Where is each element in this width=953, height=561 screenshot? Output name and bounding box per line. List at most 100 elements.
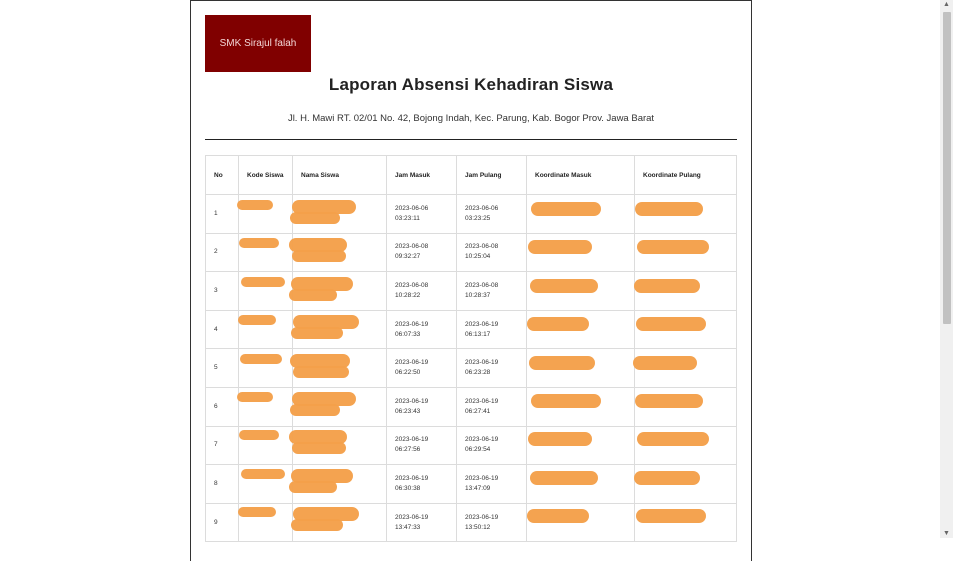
cell-no-text: 6 (214, 402, 218, 410)
redaction-mark (289, 480, 337, 493)
redaction-mark (238, 315, 276, 326)
cell-jam-masuk: 2023-06-19 13:47:33 (386, 502, 457, 543)
school-address: Jl. H. Mawi RT. 02/01 No. 42, Bojong Ind… (287, 113, 655, 124)
redaction-mark (239, 430, 279, 441)
redaction-mark (241, 276, 285, 287)
report-page: SMK Sirajul falah Laporan Absensi Kehadi… (190, 0, 752, 561)
vertical-scrollbar[interactable]: ▲ ▼ (940, 0, 953, 538)
cell-no: 7 (205, 425, 239, 466)
cell-jam-pulang-text: 06:27:41 (465, 407, 491, 415)
redaction-mark (238, 507, 276, 518)
cell-jam-pulang-text: 2023-06-08 (465, 243, 499, 251)
cell-jam-pulang-text: 2023-06-08 (465, 281, 499, 289)
cell-jam-masuk-text: 06:30:38 (395, 484, 421, 492)
cell-no-text: 5 (214, 364, 218, 372)
scroll-up-icon[interactable]: ▲ (940, 1, 953, 8)
cell-no-text: 8 (214, 479, 218, 487)
cell-jam-masuk: 2023-06-19 06:27:56 (386, 425, 457, 466)
redaction-mark (528, 432, 592, 447)
cell-jam-pulang: 2023-06-19 06:27:41 (456, 386, 527, 427)
cell-jam-masuk-text: 2023-06-08 (395, 243, 429, 251)
cell-jam-pulang-text: 06:29:54 (465, 446, 491, 454)
cell-jam-masuk-text: 2023-06-19 (395, 359, 429, 367)
cell-jam-pulang-text: 10:25:04 (465, 253, 491, 261)
cell-jam-masuk-text: 2023-06-19 (395, 397, 429, 405)
redaction-mark (240, 353, 282, 364)
cell-no: 8 (205, 464, 239, 504)
redaction-mark (635, 202, 703, 216)
cell-jam-masuk-text: 06:23:43 (395, 407, 421, 415)
table-header-row: No Kode Siswa Nama Siswa Jam Masuk Jam P… (205, 155, 737, 195)
redaction-mark (637, 432, 709, 447)
scroll-down-icon[interactable]: ▼ (940, 530, 953, 537)
col-koord-pulang-header: Koordinate Pulang (634, 155, 737, 195)
redaction-mark (292, 250, 346, 263)
cell-jam-pulang-text: 2023-06-19 (465, 513, 499, 521)
cell-jam-masuk-text: 10:28:22 (395, 291, 421, 299)
redaction-mark (239, 238, 279, 249)
col-koord-masuk-header: Koordinate Masuk (526, 155, 635, 195)
cell-jam-pulang-text: 03:23:25 (465, 214, 491, 222)
redaction-mark (291, 327, 343, 340)
cell-jam-masuk-text: 2023-06-19 (395, 513, 429, 521)
cell-jam-pulang-text: 13:50:12 (465, 523, 491, 531)
cell-jam-masuk: 2023-06-08 09:32:27 (386, 232, 457, 273)
redaction-mark (291, 519, 343, 532)
cell-no-text: 1 (214, 209, 218, 217)
cell-jam-masuk-text: 06:22:50 (395, 369, 421, 377)
cell-jam-pulang-text: 2023-06-19 (465, 320, 499, 328)
cell-jam-pulang: 2023-06-19 13:50:12 (456, 502, 527, 543)
cell-jam-masuk: 2023-06-19 06:23:43 (386, 386, 457, 427)
cell-jam-masuk-text: 2023-06-19 (395, 436, 429, 444)
redaction-mark (289, 288, 337, 301)
col-jam-masuk-header: Jam Masuk (386, 155, 457, 195)
cell-jam-pulang-text: 2023-06-06 (465, 204, 499, 212)
cell-jam-masuk-text: 09:32:27 (395, 253, 421, 261)
cell-jam-pulang-text: 2023-06-19 (465, 359, 499, 367)
cell-jam-masuk-text: 06:27:56 (395, 446, 421, 454)
cell-jam-pulang-text: 06:13:17 (465, 330, 491, 338)
col-no-header: No (205, 155, 239, 195)
cell-jam-masuk-text: 2023-06-19 (395, 474, 429, 482)
redaction-mark (528, 240, 592, 255)
redaction-mark (529, 355, 595, 370)
school-logo: SMK Sirajul falah (205, 15, 311, 72)
logo-text: SMK Sirajul falah (219, 38, 297, 49)
cell-jam-masuk: 2023-06-08 10:28:22 (386, 271, 457, 311)
redaction-mark (237, 392, 273, 402)
cell-jam-pulang-text: 2023-06-19 (465, 436, 499, 444)
cell-no: 4 (205, 309, 239, 350)
redaction-mark (241, 468, 285, 479)
cell-jam-pulang: 2023-06-08 10:28:37 (456, 271, 527, 311)
cell-jam-masuk: 2023-06-19 06:22:50 (386, 348, 457, 388)
cell-no-text: 4 (214, 325, 218, 333)
cell-no-text: 7 (214, 441, 218, 449)
redaction-mark (290, 212, 340, 224)
redaction-mark (636, 317, 706, 332)
redaction-mark (636, 509, 706, 524)
cell-no-text: 3 (214, 286, 218, 294)
cell-no: 2 (205, 232, 239, 273)
redaction-mark (531, 394, 601, 408)
cell-jam-pulang: 2023-06-19 06:23:28 (456, 348, 527, 388)
redaction-mark (634, 278, 700, 293)
cell-jam-pulang: 2023-06-06 03:23:25 (456, 194, 527, 234)
cell-jam-masuk-text: 13:47:33 (395, 523, 421, 531)
redaction-mark (633, 355, 697, 370)
redaction-mark (293, 365, 349, 378)
redaction-mark (530, 278, 598, 293)
redaction-mark (527, 317, 589, 332)
col-kode-header: Kode Siswa (238, 155, 293, 195)
cell-jam-pulang-text: 2023-06-19 (465, 397, 499, 405)
cell-jam-masuk: 2023-06-06 03:23:11 (386, 194, 457, 234)
cell-no: 9 (205, 502, 239, 543)
cell-no: 6 (205, 386, 239, 427)
cell-jam-pulang: 2023-06-19 06:29:54 (456, 425, 527, 466)
cell-no-text: 9 (214, 518, 218, 526)
col-nama-header: Nama Siswa (292, 155, 387, 195)
scroll-thumb[interactable] (943, 12, 951, 324)
report-title: Laporan Absensi Kehadiran Siswa (328, 75, 614, 94)
cell-no: 3 (205, 271, 239, 311)
cell-no: 5 (205, 348, 239, 388)
redaction-mark (634, 470, 700, 485)
